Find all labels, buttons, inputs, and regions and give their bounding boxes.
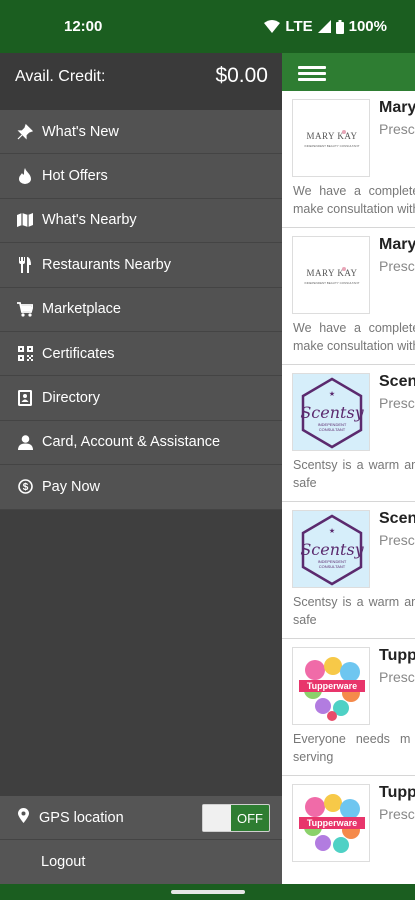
menu-item-hot-offers[interactable]: Hot Offers — [0, 154, 282, 199]
svg-text:CONSULTANT: CONSULTANT — [319, 564, 346, 569]
menu-item-whats-nearby[interactable]: What's Nearby — [0, 199, 282, 244]
listing-name: Tupp — [379, 784, 415, 801]
app-screen: 12:00 LTE 100% MARY KAY INDEPENDENT BEAU… — [0, 0, 415, 900]
status-indicators: LTE 100% — [264, 18, 387, 35]
credit-value: $0.00 — [215, 64, 268, 87]
svg-text:INDEPENDENT BEAUTY CONSULTANT: INDEPENDENT BEAUTY CONSULTANT — [305, 144, 360, 148]
menu-item-label: Directory — [42, 390, 101, 407]
menu-item-label: Hot Offers — [42, 168, 108, 185]
toggle-state: OFF — [237, 811, 263, 826]
listing-description: We have a complete products to make cons… — [293, 321, 415, 353]
svg-text:MARY KAY: MARY KAY — [306, 131, 357, 141]
pin-icon — [16, 123, 34, 141]
menu-item-label: What's New — [42, 123, 119, 140]
svg-text:Tupperware: Tupperware — [307, 681, 357, 691]
scentsy-logo: Scentsy INDEPENDENT CONSULTANT ★ — [292, 373, 370, 451]
list-item[interactable]: Tupperware Tupp Presc Everyone needs m s… — [282, 639, 415, 776]
home-gesture-handle[interactable] — [171, 890, 245, 894]
location-pin-icon — [18, 808, 29, 828]
menu-item-restaurants-nearby[interactable]: Restaurants Nearby — [0, 243, 282, 288]
svg-text:Scentsy: Scentsy — [300, 403, 364, 422]
nav-drawer: Avail. Credit: $0.00 What's New Hot Offe… — [0, 53, 282, 884]
credit-header: Avail. Credit: $0.00 — [0, 53, 282, 110]
main-content: MARY KAY INDEPENDENT BEAUTY CONSULTANT M… — [282, 53, 415, 884]
menu-icon[interactable] — [298, 66, 326, 81]
svg-text:Scentsy: Scentsy — [300, 540, 364, 559]
menu-item-marketplace[interactable]: Marketplace — [0, 288, 282, 332]
drawer-menu: What's New Hot Offers What's Nearby Rest… — [0, 110, 282, 510]
listing-location: Presc — [379, 806, 415, 822]
wifi-icon — [264, 20, 281, 33]
menu-item-label: Pay Now — [42, 478, 101, 495]
list-item[interactable]: MARY KAY INDEPENDENT BEAUTY CONSULTANT M… — [282, 228, 415, 365]
fire-icon — [16, 167, 34, 185]
listing-description: Scentsy is a warm amazing. It is a safe — [293, 595, 415, 627]
listing-name: Mary — [379, 99, 415, 116]
battery-level: 100% — [348, 18, 387, 35]
list-item[interactable]: MARY KAY INDEPENDENT BEAUTY CONSULTANT M… — [282, 91, 415, 228]
listing-description: Scentsy is a warm amazing. It is a safe — [293, 458, 415, 490]
menu-item-pay-now[interactable]: $ Pay Now — [0, 465, 282, 510]
menu-item-label: Restaurants Nearby — [42, 256, 171, 273]
status-bar: 12:00 LTE 100% — [0, 0, 415, 53]
svg-text:$: $ — [22, 482, 28, 493]
gps-location-row: GPS location OFF — [0, 796, 282, 840]
listing-location: Presc — [379, 121, 415, 137]
menu-item-card-account-assistance[interactable]: Card, Account & Assistance — [0, 421, 282, 466]
network-type: LTE — [285, 18, 313, 35]
svg-text:CONSULTANT: CONSULTANT — [319, 427, 346, 432]
listing-description: We have a complete products to make cons… — [293, 184, 415, 216]
listing-location: Presc — [379, 669, 415, 685]
listing-name: Scents — [379, 373, 415, 390]
gps-label: GPS location — [39, 810, 124, 826]
list-item[interactable]: Tupperware Tupp Presc — [282, 776, 415, 884]
menu-item-whats-new[interactable]: What's New — [0, 110, 282, 155]
svg-text:★: ★ — [329, 390, 335, 398]
tupperware-logo: Tupperware — [292, 784, 370, 862]
status-time: 12:00 — [64, 18, 103, 35]
utensils-icon — [16, 256, 34, 274]
listing-name: Scen — [379, 510, 415, 527]
cart-icon — [16, 300, 34, 318]
listing-description: Everyone needs m storage and serving — [293, 732, 415, 764]
user-icon — [16, 433, 34, 451]
logout-button[interactable]: Logout — [0, 840, 282, 884]
listing-list: MARY KAY INDEPENDENT BEAUTY CONSULTANT M… — [282, 91, 415, 884]
listing-name: Mary — [379, 236, 415, 253]
credit-label: Avail. Credit: — [15, 68, 106, 85]
scentsy-logo: Scentsy INDEPENDENT CONSULTANT ★ — [292, 510, 370, 588]
listing-location: Presc — [379, 258, 415, 274]
menu-item-certificates[interactable]: Certificates — [0, 332, 282, 377]
marykay-logo: MARY KAY INDEPENDENT BEAUTY CONSULTANT — [292, 99, 370, 177]
svg-text:INDEPENDENT BEAUTY CONSULTANT: INDEPENDENT BEAUTY CONSULTANT — [305, 281, 360, 285]
menu-item-label: What's Nearby — [42, 212, 137, 229]
logout-label: Logout — [41, 854, 86, 870]
svg-text:Tupperware: Tupperware — [307, 818, 357, 828]
menu-item-directory[interactable]: Directory — [0, 376, 282, 421]
menu-item-label: Certificates — [42, 345, 115, 362]
tupperware-logo: Tupperware — [292, 647, 370, 725]
list-item[interactable]: Scentsy INDEPENDENT CONSULTANT ★ Scen Pr… — [282, 502, 415, 639]
dollar-circle-icon: $ — [16, 478, 34, 496]
listing-location: Presc — [379, 532, 415, 548]
directory-icon — [16, 389, 34, 407]
list-item[interactable]: Scentsy INDEPENDENT CONSULTANT ★ Scents … — [282, 365, 415, 502]
map-icon — [16, 211, 34, 229]
listing-name: Tupp — [379, 647, 415, 664]
listing-location: Presc — [379, 395, 415, 411]
system-nav-bar — [0, 884, 415, 900]
app-bar — [282, 53, 415, 91]
marykay-logo: MARY KAY INDEPENDENT BEAUTY CONSULTANT — [292, 236, 370, 314]
svg-text:MARY KAY: MARY KAY — [306, 268, 357, 278]
svg-text:★: ★ — [329, 527, 335, 535]
gps-toggle[interactable]: OFF — [202, 804, 270, 832]
signal-icon — [317, 20, 331, 33]
qr-code-icon — [16, 345, 34, 363]
toggle-knob — [203, 805, 231, 831]
battery-icon — [335, 19, 344, 34]
menu-item-label: Marketplace — [42, 301, 121, 318]
menu-item-label: Card, Account & Assistance — [42, 434, 221, 451]
